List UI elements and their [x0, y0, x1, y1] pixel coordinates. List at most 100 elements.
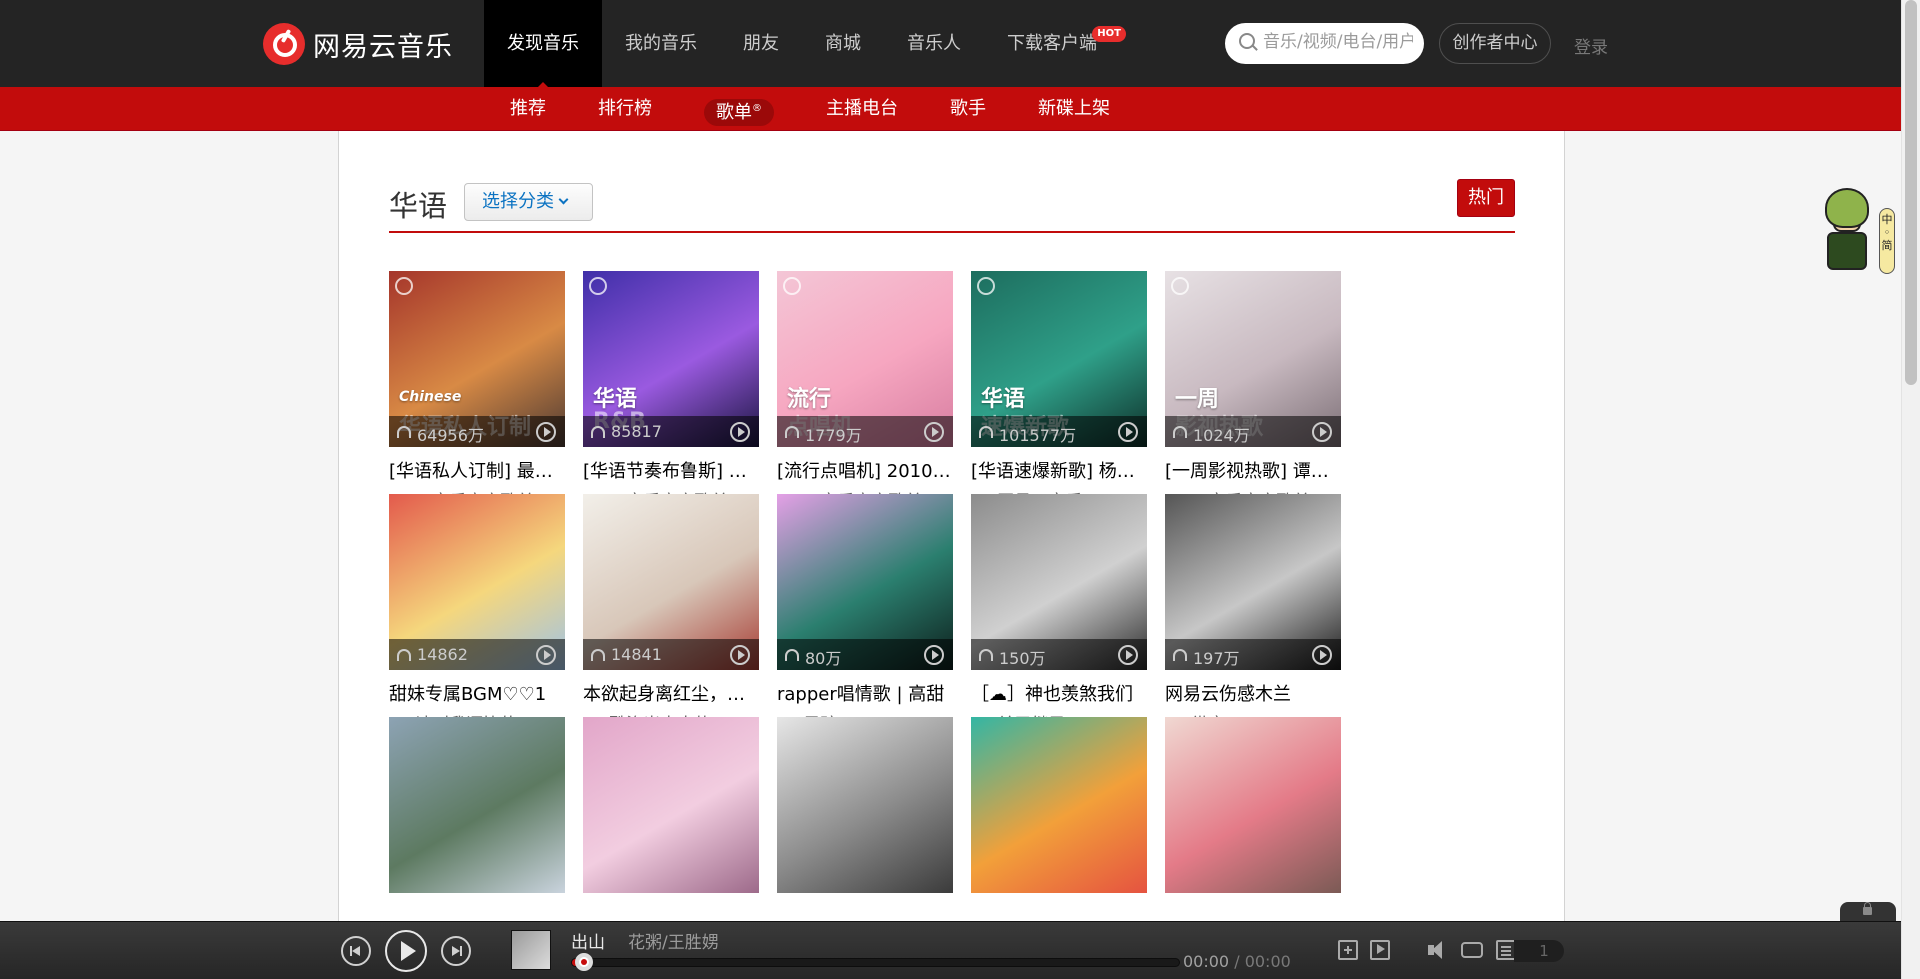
player-lock-tab[interactable]	[1840, 902, 1896, 922]
play-icon[interactable]	[1118, 645, 1138, 665]
playlist-name[interactable]: 网易云伤感木兰	[1165, 680, 1341, 706]
logo-text: 网易云音乐	[313, 31, 453, 63]
play-icon[interactable]	[1118, 422, 1138, 442]
login-link[interactable]: 登录	[1574, 33, 1608, 58]
subnav-label: 歌单®	[704, 99, 774, 126]
subnav-label: 主播电台	[826, 98, 898, 119]
track-cover-thumbnail[interactable]	[511, 930, 551, 970]
subnav-item-recommend[interactable]: 推荐	[510, 87, 546, 131]
play-icon[interactable]	[1312, 422, 1332, 442]
headset-icon	[979, 426, 993, 438]
playlist-cover[interactable]	[583, 717, 759, 893]
play-count: 14841	[611, 645, 662, 664]
play-icon[interactable]	[1312, 645, 1332, 665]
play-icon[interactable]	[730, 422, 750, 442]
playlist-cover[interactable]	[389, 717, 565, 893]
search-input[interactable]	[1263, 32, 1413, 52]
headset-icon	[979, 649, 993, 661]
mascot-body	[1827, 232, 1867, 270]
mascot-pendant[interactable]: 中◦简	[1815, 182, 1895, 282]
progress-knob[interactable]	[575, 953, 594, 971]
playlist-name[interactable]: [一周影视热歌] 谭维维	[1165, 457, 1341, 483]
playlist-name[interactable]: [流行点唱机] 2010年代华语流行	[777, 457, 953, 483]
headset-icon	[785, 426, 799, 438]
previous-track-button[interactable]	[341, 936, 371, 966]
playlist-cover[interactable]: 80万	[777, 494, 953, 670]
share-icon[interactable]	[1370, 940, 1390, 960]
playlist-name[interactable]: [华语节奏布鲁斯] R&B	[583, 457, 759, 483]
play-icon[interactable]	[536, 645, 556, 665]
nav-item-discover[interactable]: 发现音乐	[484, 0, 602, 88]
playlist-cover[interactable]	[971, 717, 1147, 893]
next-track-button[interactable]	[441, 936, 471, 966]
playlist-cover[interactable]: 150万	[971, 494, 1147, 670]
subnav-item-toplist[interactable]: 排行榜	[598, 87, 652, 131]
search-icon	[1239, 33, 1255, 49]
netease-watermark-icon	[783, 277, 801, 295]
page-scrollbar[interactable]	[1901, 0, 1920, 979]
cover-info-bar: 197万	[1165, 639, 1341, 670]
playlist-cover[interactable]: 197万	[1165, 494, 1341, 670]
page-title: 华语	[389, 189, 448, 223]
playlist-cover[interactable]: Chinese华语私人订制64956万	[389, 271, 565, 447]
hot-sort-button[interactable]: 热门	[1457, 179, 1515, 217]
loop-mode-icon[interactable]	[1461, 942, 1483, 958]
main-nav: 发现音乐 我的音乐 朋友 商城 音乐人 下载客户端 HOT	[484, 0, 1126, 88]
playlist-cover[interactable]	[777, 717, 953, 893]
track-artist[interactable]: 花粥/王胜娚	[628, 928, 719, 953]
headset-icon	[397, 426, 411, 438]
play-count: 80万	[805, 649, 842, 668]
netease-watermark-icon	[1171, 277, 1189, 295]
cover-info-bar: 150万	[971, 639, 1147, 670]
subnav-item-artist[interactable]: 歌手	[950, 87, 986, 131]
playlist-cover[interactable]: 14862	[389, 494, 565, 670]
cover-art	[1165, 717, 1341, 893]
netease-watermark-icon	[395, 277, 413, 295]
headset-icon	[591, 426, 605, 438]
playlist-cover[interactable]: 流行点唱机1779万	[777, 271, 953, 447]
nav-item-musician[interactable]: 音乐人	[884, 0, 984, 87]
playlist-name[interactable]: rapper唱情歌 | 高甜	[777, 680, 953, 706]
play-icon[interactable]	[730, 645, 750, 665]
playlist-cover[interactable]: 华语速爆新歌101577万	[971, 271, 1147, 447]
playlist-name[interactable]: [华语速爆新歌] 杨和苏	[971, 457, 1147, 483]
scrollbar-thumb[interactable]	[1905, 0, 1917, 385]
playlist-cover[interactable]: 一周影视热歌1024万	[1165, 271, 1341, 447]
play-icon[interactable]	[536, 422, 556, 442]
chevron-down-icon	[558, 194, 569, 205]
creator-center-button[interactable]: 创作者中心	[1439, 23, 1551, 64]
volume-icon[interactable]	[1428, 940, 1448, 960]
playlist-icon[interactable]	[1496, 940, 1516, 960]
play-count: 64956万	[417, 426, 484, 445]
language-mode-tag[interactable]: 中◦简	[1879, 208, 1895, 274]
time-display: 00:00 / 00:00	[1183, 952, 1291, 971]
play-icon[interactable]	[924, 422, 944, 442]
play-count: 197万	[1193, 649, 1240, 668]
playlist-name[interactable]: 甜妹专属BGM♡♡1	[389, 680, 565, 706]
logo[interactable]: 网易云音乐	[263, 23, 453, 65]
nav-item-my-music[interactable]: 我的音乐	[602, 0, 720, 87]
add-to-playlist-icon[interactable]	[1338, 940, 1358, 960]
select-category-button[interactable]: 选择分类	[464, 183, 593, 221]
playlist-count[interactable]: 1	[1514, 940, 1564, 962]
play-button[interactable]	[385, 930, 427, 972]
playlist-cover[interactable]	[1165, 717, 1341, 893]
playlist-cover[interactable]: 14841	[583, 494, 759, 670]
progress-bar[interactable]	[571, 953, 1180, 971]
time-total: 00:00	[1244, 952, 1291, 971]
search-box[interactable]	[1225, 23, 1424, 64]
cover-info-bar: 14862	[389, 639, 565, 670]
nav-item-download[interactable]: 下载客户端 HOT	[984, 0, 1126, 87]
playlist-name[interactable]: 本欲起身离红尘，奈何影子落人间	[583, 680, 759, 706]
play-icon[interactable]	[924, 645, 944, 665]
playlist-cover[interactable]: 华语R&B85817	[583, 271, 759, 447]
subnav-item-djradio[interactable]: 主播电台	[826, 87, 898, 131]
playlist-name[interactable]: ［☁］神也羡煞我们	[971, 680, 1147, 706]
nav-item-friends[interactable]: 朋友	[720, 0, 802, 87]
playlist-name[interactable]: [华语私人订制] 最新华语音乐，每日更新	[389, 457, 565, 483]
nav-item-store[interactable]: 商城	[802, 0, 884, 87]
track-title[interactable]: 出山	[571, 928, 605, 953]
subnav-item-playlist[interactable]: 歌单®	[704, 87, 774, 131]
subnav-item-new-album[interactable]: 新碟上架	[1038, 87, 1110, 131]
play-count: 1024万	[1193, 426, 1250, 445]
